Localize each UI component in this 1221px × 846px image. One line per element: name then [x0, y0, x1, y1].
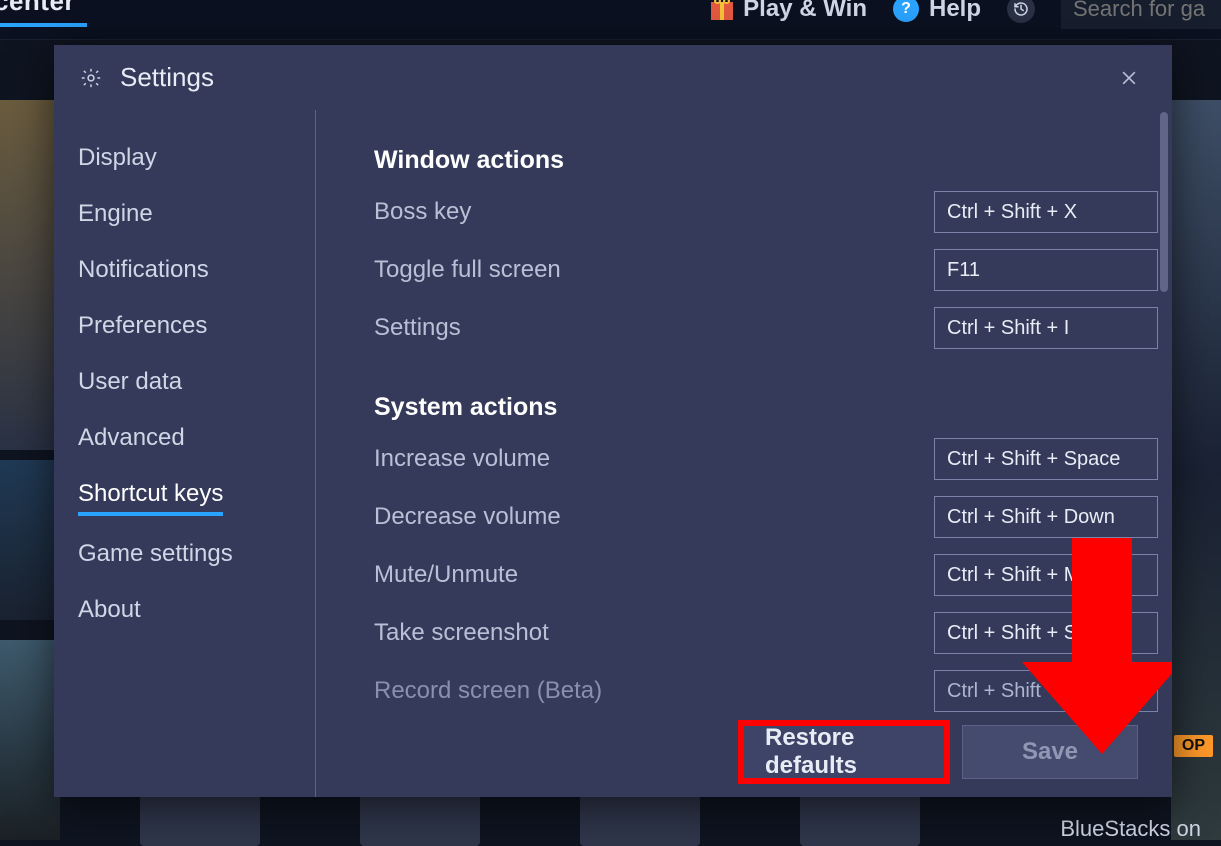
help-label: Help: [929, 0, 981, 23]
tab-gamecenter[interactable]: center: [0, 0, 87, 27]
shortcut-row: Boss key Ctrl + Shift + X: [374, 191, 1158, 233]
sidebar-item-shortcut-keys[interactable]: Shortcut keys: [78, 466, 223, 516]
shortcut-label-record: Record screen (Beta): [374, 677, 934, 705]
save-button[interactable]: Save: [962, 725, 1138, 779]
help-link[interactable]: ? Help: [893, 0, 981, 23]
shortcut-row: Mute/Unmute Ctrl + Shift + M: [374, 554, 1158, 596]
sidebar-item-about[interactable]: About: [78, 582, 141, 638]
shortcut-label-settings: Settings: [374, 314, 934, 342]
content-scrollbar[interactable]: [1160, 112, 1168, 292]
shortcut-label-volume-down: Decrease volume: [374, 503, 934, 531]
close-button[interactable]: [1112, 61, 1146, 95]
settings-modal: Settings Display Engine Notifications Pr…: [54, 45, 1172, 797]
shortcut-label-volume-up: Increase volume: [374, 445, 934, 473]
shortcut-input-fullscreen[interactable]: F11: [934, 249, 1158, 291]
shortcut-input-volume-down[interactable]: Ctrl + Shift + Down: [934, 496, 1158, 538]
shortcut-row: Increase volume Ctrl + Shift + Space: [374, 438, 1158, 480]
help-icon: ?: [893, 0, 919, 22]
sidebar-item-game-settings[interactable]: Game settings: [78, 526, 233, 582]
shortcut-row: Record screen (Beta) Ctrl + Shift + R: [374, 670, 1158, 712]
shortcut-input-mute[interactable]: Ctrl + Shift + M: [934, 554, 1158, 596]
history-icon: [1012, 0, 1030, 18]
sidebar-item-display[interactable]: Display: [78, 130, 157, 186]
modal-header: Settings: [54, 45, 1172, 110]
shortcut-input-settings[interactable]: Ctrl + Shift + I: [934, 307, 1158, 349]
history-button[interactable]: [1007, 0, 1035, 23]
restore-defaults-button[interactable]: Restore defaults: [740, 725, 946, 779]
shortcut-row: Take screenshot Ctrl + Shift + S: [374, 612, 1158, 654]
sidebar-item-advanced[interactable]: Advanced: [78, 410, 185, 466]
gift-icon: [711, 0, 733, 20]
shortcut-input-boss-key[interactable]: Ctrl + Shift + X: [934, 191, 1158, 233]
sidebar-item-engine[interactable]: Engine: [78, 186, 153, 242]
shortcut-label-screenshot: Take screenshot: [374, 619, 934, 647]
shortcut-row: Settings Ctrl + Shift + I: [374, 307, 1158, 349]
shortcut-input-screenshot[interactable]: Ctrl + Shift + S: [934, 612, 1158, 654]
background-label: BlueStacks on: [1060, 816, 1201, 842]
play-and-win-link[interactable]: Play & Win: [711, 0, 867, 23]
app-topbar: center Play & Win ? Help: [0, 0, 1221, 40]
section-title-system-actions: System actions: [374, 393, 1158, 422]
settings-content: Window actions Boss key Ctrl + Shift + X…: [316, 110, 1172, 797]
shortcut-input-volume-up[interactable]: Ctrl + Shift + Space: [934, 438, 1158, 480]
settings-sidebar: Display Engine Notifications Preferences…: [54, 110, 316, 797]
shortcut-label-mute: Mute/Unmute: [374, 561, 934, 589]
search-input[interactable]: [1061, 0, 1221, 29]
modal-title: Settings: [120, 62, 214, 93]
sidebar-item-preferences[interactable]: Preferences: [78, 298, 207, 354]
gear-icon: [80, 67, 102, 89]
shortcut-input-record[interactable]: Ctrl + Shift + R: [934, 670, 1158, 712]
shortcut-label-fullscreen: Toggle full screen: [374, 256, 934, 284]
play-win-label: Play & Win: [743, 0, 867, 23]
close-icon: [1119, 68, 1139, 88]
shortcut-row: Toggle full screen F11: [374, 249, 1158, 291]
top-badge: OP: [1174, 735, 1213, 757]
sidebar-item-notifications[interactable]: Notifications: [78, 242, 209, 298]
shortcut-label-boss-key: Boss key: [374, 198, 934, 226]
modal-footer: Restore defaults Save: [740, 725, 1138, 779]
shortcut-row: Decrease volume Ctrl + Shift + Down: [374, 496, 1158, 538]
sidebar-item-user-data[interactable]: User data: [78, 354, 182, 410]
section-title-window-actions: Window actions: [374, 146, 1158, 175]
